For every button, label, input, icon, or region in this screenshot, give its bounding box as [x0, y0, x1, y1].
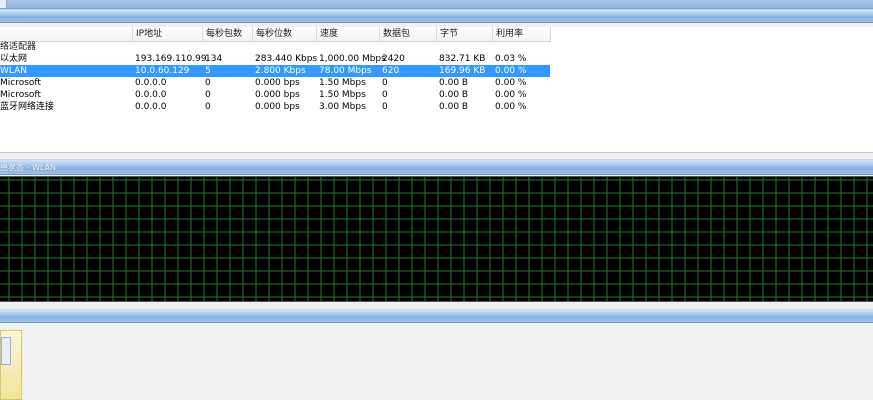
- table-row[interactable]: Microsoft 0.0.0.0 0 0.000 bps 1.50 Mbps 0 0.00…: [0, 89, 550, 101]
- cell-util: 0.00 %: [495, 66, 527, 76]
- window-top-strip: [0, 0, 873, 9]
- cell-pps: 0: [205, 90, 211, 100]
- cell-packets: 0: [382, 78, 388, 88]
- cell-util: 0.00 %: [495, 102, 527, 112]
- table-row[interactable]: 蓝牙网络连接 0.0.0.0 0 0.000 bps 3.00 Mbps 0 0.00 B 0…: [0, 101, 550, 113]
- cell-speed: 3.00 Mbps: [319, 102, 366, 112]
- cell-speed: 1.50 Mbps: [319, 90, 366, 100]
- cell-ip: 10.0.60.129: [135, 66, 190, 76]
- cell-bps: 0.000 bps: [255, 78, 300, 88]
- column-header-bits-per-sec[interactable]: 每秒位数: [252, 27, 320, 41]
- cell-packets: 620: [382, 66, 400, 76]
- table-row[interactable]: Microsoft 0.0.0.0 0 0.000 bps 1.50 Mbps 0 0.00…: [0, 77, 550, 89]
- cell-bytes: 832.71 KB: [439, 54, 486, 64]
- cell-bps: 0.000 bps: [255, 102, 300, 112]
- graph-section-header: 络状态 - WLAN: [0, 159, 873, 175]
- cell-speed: 1.50 Mbps: [319, 78, 366, 88]
- cell-util: 0.00 %: [495, 78, 527, 88]
- cell-speed: 78.00 Mbps: [319, 66, 372, 76]
- cell-ip: 193.169.110.99: [135, 54, 207, 64]
- table-header: IP地址 每秒包数 每秒位数 速度 数据包 字节 利用率: [0, 27, 551, 42]
- cell-packets: 0: [382, 90, 388, 100]
- table-row[interactable]: WLAN 10.0.60.129 5 2.800 Kbps 78.00 Mbps 620 1…: [0, 65, 550, 77]
- cell-ip: 0.0.0.0: [135, 78, 167, 88]
- bottom-section-header: [0, 309, 873, 323]
- adapter-group-label[interactable]: 络适配器: [0, 41, 36, 53]
- top-left-tab[interactable]: [0, 0, 7, 8]
- thumbnail-icon[interactable]: [0, 330, 22, 400]
- cell-ip: 0.0.0.0: [135, 102, 167, 112]
- cell-name: Microsoft: [0, 78, 41, 88]
- adapters-section-header: [0, 9, 873, 23]
- column-header-utilization[interactable]: 利用率: [492, 27, 554, 41]
- network-graph: [0, 176, 873, 302]
- cell-ip: 0.0.0.0: [135, 90, 167, 100]
- cell-pps: 134: [205, 54, 223, 64]
- cell-packets: 0: [382, 102, 388, 112]
- cell-pps: 0: [205, 78, 211, 88]
- table-row[interactable]: 以太网 193.169.110.99 134 283.440 Kbps 1,000.00…: [0, 53, 550, 65]
- column-header-packets-per-sec[interactable]: 每秒包数: [202, 27, 256, 41]
- lower-panel: [0, 324, 873, 400]
- cell-bytes: 0.00 B: [439, 102, 469, 112]
- cell-pps: 5: [205, 66, 211, 76]
- column-header-packets[interactable]: 数据包: [379, 27, 440, 41]
- cell-util: 0.00 %: [495, 90, 527, 100]
- cell-bps: 2.800 Kbps: [255, 66, 306, 76]
- graph-grid: [0, 177, 873, 301]
- cell-name: WLAN: [0, 66, 28, 76]
- cell-bytes: 0.00 B: [439, 90, 469, 100]
- cell-name: 蓝牙网络连接: [0, 102, 55, 112]
- cell-bytes: 0.00 B: [439, 78, 469, 88]
- column-header-ip[interactable]: IP地址: [132, 27, 206, 41]
- cell-util: 0.03 %: [495, 54, 527, 64]
- thumbnail-window-icon: [1, 337, 11, 365]
- graph-title: 络状态 - WLAN: [0, 163, 56, 172]
- cell-name: 以太网: [0, 54, 28, 64]
- column-header-speed[interactable]: 速度: [316, 27, 383, 41]
- column-header-bytes[interactable]: 字节: [436, 27, 496, 41]
- cell-speed: 1,000.00 Mbps: [319, 54, 386, 64]
- cell-bps: 283.440 Kbps: [255, 54, 318, 64]
- cell-packets: 2420: [382, 54, 405, 64]
- adapters-table: IP地址 每秒包数 每秒位数 速度 数据包 字节 利用率 络适配器 以太网 193…: [0, 27, 873, 153]
- panel-splitter[interactable]: [0, 153, 873, 157]
- cell-bps: 0.000 bps: [255, 90, 300, 100]
- cell-bytes: 169.96 KB: [439, 66, 486, 76]
- cell-name: Microsoft: [0, 90, 41, 100]
- cell-pps: 0: [205, 102, 211, 112]
